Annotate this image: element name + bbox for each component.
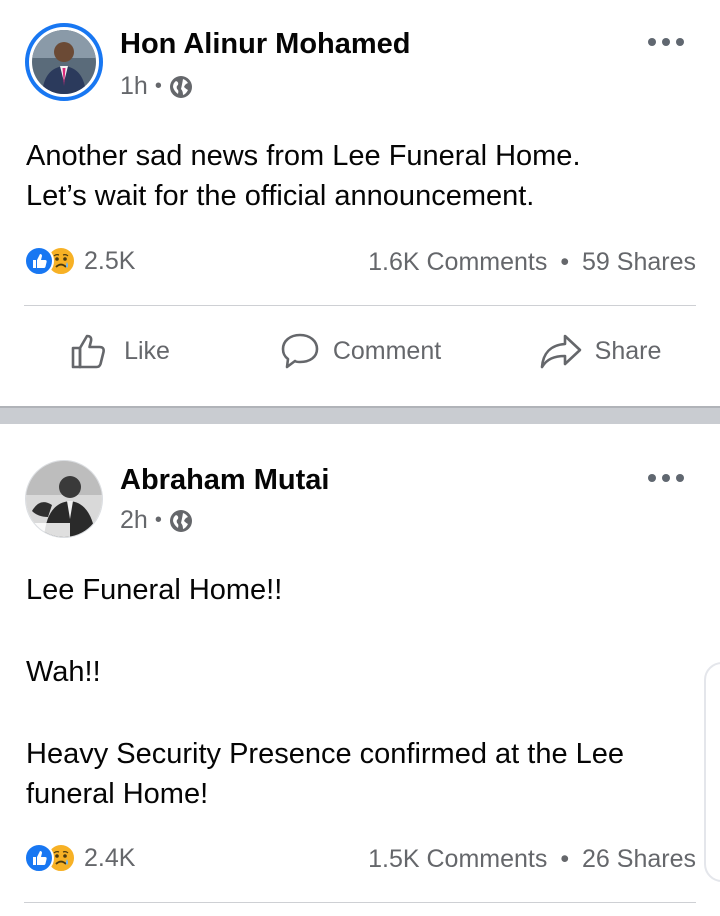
- post-text: Another sad news from Lee Funeral Home. …: [26, 136, 700, 216]
- share-icon: [540, 334, 581, 369]
- comment-icon: [281, 333, 319, 369]
- engagement-counts: 1.5K Comments • 26 Shares: [368, 845, 696, 874]
- reaction-count: 2.4K: [84, 843, 136, 872]
- meta-separator: •: [154, 509, 162, 531]
- comments-count[interactable]: 1.5K Comments: [368, 845, 547, 873]
- globe-icon: [169, 509, 192, 532]
- post-paragraph: Lee Funeral Home!!: [26, 574, 283, 606]
- like-icon: [24, 843, 54, 873]
- like-button[interactable]: Like: [0, 321, 240, 381]
- post-paragraph: Wah!!: [26, 656, 101, 688]
- post-text: Lee Funeral Home!! Wah!! Heavy Security …: [26, 570, 700, 814]
- shares-count[interactable]: 59 Shares: [582, 248, 696, 276]
- author-name[interactable]: Abraham Mutai: [120, 464, 329, 497]
- reactions-summary[interactable]: 2.5K: [24, 246, 135, 276]
- avatar-photo: [32, 30, 96, 94]
- comment-label: Comment: [332, 336, 442, 365]
- more-options-icon[interactable]: [648, 34, 684, 50]
- avatar-photo: [26, 461, 102, 537]
- meta-separator: •: [154, 75, 162, 97]
- globe-icon: [169, 75, 192, 98]
- like-icon: [71, 334, 106, 369]
- post-actions: Like Comment Share: [0, 321, 720, 381]
- comments-count[interactable]: 1.6K Comments: [368, 248, 547, 276]
- post-paragraph: Heavy Security Presence confirmed at the…: [26, 738, 625, 770]
- post-time[interactable]: 2h: [120, 506, 148, 535]
- post-card: Hon Alinur Mohamed 1h • Another sad news…: [0, 0, 720, 406]
- divider: [24, 305, 696, 306]
- post-text-line: Another sad news from Lee Funeral Home.: [26, 140, 581, 172]
- post-paragraph: funeral Home!: [26, 778, 209, 810]
- post-meta: 2h •: [120, 506, 193, 535]
- counts-separator: •: [560, 248, 570, 276]
- post-text-line: Let’s wait for the official announcement…: [26, 180, 535, 212]
- reaction-count: 2.5K: [84, 246, 136, 275]
- avatar[interactable]: [25, 23, 103, 101]
- post-time[interactable]: 1h: [120, 72, 148, 101]
- author-name[interactable]: Hon Alinur Mohamed: [120, 28, 411, 61]
- feed-separator: [0, 406, 720, 424]
- feed-separator-edge: [0, 406, 720, 408]
- comment-button[interactable]: Comment: [240, 321, 480, 381]
- counts-separator: •: [560, 845, 570, 873]
- scroll-handle[interactable]: [704, 662, 720, 882]
- like-icon: [24, 246, 54, 276]
- engagement-counts: 1.6K Comments • 59 Shares: [368, 248, 696, 277]
- avatar[interactable]: [25, 460, 103, 538]
- shares-count[interactable]: 26 Shares: [582, 845, 696, 873]
- post-meta: 1h •: [120, 72, 193, 101]
- share-label: Share: [594, 336, 662, 365]
- like-label: Like: [124, 336, 170, 365]
- divider: [24, 902, 696, 903]
- reactions-summary[interactable]: 2.4K: [24, 843, 135, 873]
- more-options-icon[interactable]: [648, 470, 684, 486]
- share-button[interactable]: Share: [480, 321, 720, 381]
- post-card: Abraham Mutai 2h • Lee Funeral Home!! Wa…: [0, 424, 720, 916]
